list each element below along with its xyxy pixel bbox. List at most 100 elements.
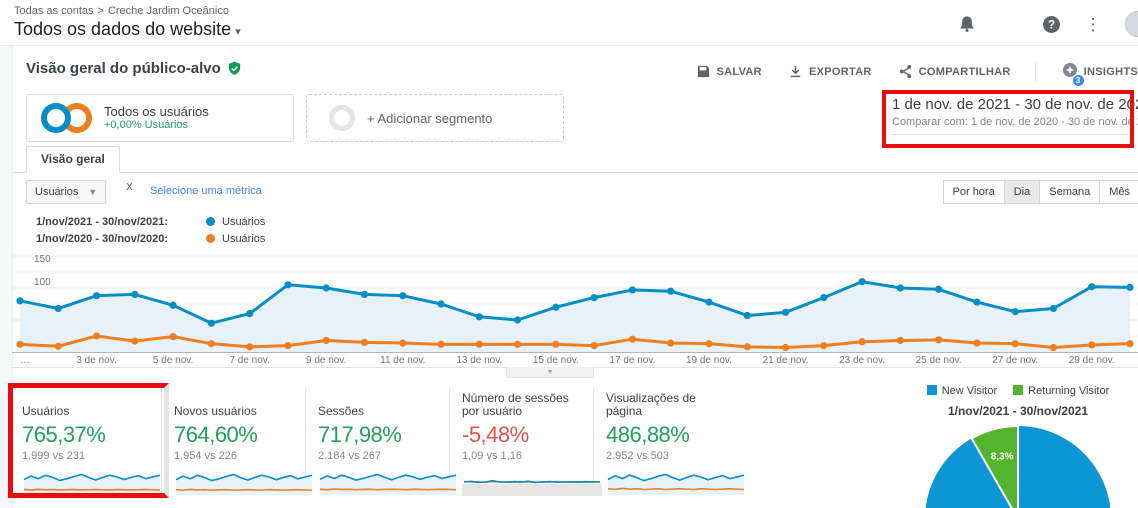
help-icon[interactable]: ? xyxy=(1041,14,1061,34)
svg-text:100: 100 xyxy=(34,277,51,288)
svg-text:9 de nov.: 9 de nov. xyxy=(306,355,346,366)
svg-text:11 de nov.: 11 de nov. xyxy=(380,355,425,366)
legend-square-blue-icon xyxy=(927,385,937,395)
notifications-bell-icon[interactable] xyxy=(957,14,977,34)
breadcrumb-separator: > xyxy=(98,5,104,17)
svg-text:…: … xyxy=(20,355,30,366)
metric-card-values: 1.999 vs 231 xyxy=(22,450,149,462)
svg-text:7 de nov.: 7 de nov. xyxy=(229,355,269,366)
svg-text:25 de nov.: 25 de nov. xyxy=(916,355,962,366)
metric-cards-row: Usuários 765,37% 1.999 vs 231 Novos usuá… xyxy=(18,388,738,496)
top-app-bar: Todas as contas > Creche Jardim Oceânico T… xyxy=(0,0,1138,46)
segment-title: Todos os usuários xyxy=(104,104,209,119)
metric-card-percent: 717,98% xyxy=(318,422,437,448)
svg-text:29 de nov.: 29 de nov. xyxy=(1069,355,1115,366)
pie-legend-returning-visitor: Returning Visitor xyxy=(1013,385,1109,397)
account-title: Todos os dados do website xyxy=(14,19,231,39)
insights-button[interactable]: 3 INSIGHTS xyxy=(1062,62,1138,81)
share-icon xyxy=(898,64,913,79)
svg-text:8,3%: 8,3% xyxy=(991,452,1014,463)
metric-card-sparkline xyxy=(318,466,458,496)
metric-card-label: Visualizações de página xyxy=(606,388,726,418)
legend-dot-blue-icon xyxy=(206,217,215,226)
svg-text:27 de nov.: 27 de nov. xyxy=(992,355,1038,366)
date-range-primary[interactable]: 1 de nov. de 2021 - 30 de nov. de 2021 xyxy=(892,96,1128,113)
chart-collapse-button[interactable]: ▼ xyxy=(506,367,594,378)
metric-card-label: Sessões xyxy=(318,388,437,418)
page-title: Visão geral do público-alvo xyxy=(26,60,221,77)
users-line-chart[interactable]: 50100150…3 de nov.5 de nov.7 de nov.9 de… xyxy=(12,252,1138,368)
metric-card-values: 2.952 vs 503 xyxy=(606,450,726,462)
svg-text:19 de nov.: 19 de nov. xyxy=(686,355,732,366)
vs-symbol: X xyxy=(126,182,133,193)
account-selector[interactable]: Todos os dados do website ▾ xyxy=(14,19,241,40)
visitor-type-panel: New Visitor Returning Visitor 1/nov/2021… xyxy=(898,385,1138,508)
metric-card-sparkline xyxy=(174,466,314,496)
metric-card-percent: 764,60% xyxy=(174,422,293,448)
breadcrumb-account[interactable]: Creche Jardim Oceânico xyxy=(108,5,229,17)
date-range-selector[interactable]: 1 de nov. de 2021 - 30 de nov. de 2021 C… xyxy=(892,96,1128,135)
svg-text:5 de nov.: 5 de nov. xyxy=(153,355,193,366)
export-button[interactable]: EXPORTAR xyxy=(788,64,872,79)
select-metric-link[interactable]: Selecione uma métrica xyxy=(150,185,262,197)
tab-strip: Visão geral xyxy=(14,150,1138,173)
metric-card[interactable]: Número de sessões por usuário -5,48% 1,0… xyxy=(450,388,594,496)
user-avatar[interactable] xyxy=(1125,11,1138,37)
metric-card[interactable]: Visualizações de página 486,88% 2.952 vs… xyxy=(594,388,738,496)
insights-badge: 3 xyxy=(1073,75,1084,86)
metric-card-percent: 486,88% xyxy=(606,422,726,448)
metric-card-sparkline xyxy=(22,466,162,496)
svg-text:?: ? xyxy=(1047,18,1054,31)
apps-grid-icon[interactable] xyxy=(999,14,1019,34)
metric-card[interactable]: Sessões 717,98% 2.184 vs 267 xyxy=(306,388,450,496)
svg-text:150: 150 xyxy=(34,254,51,265)
chart-legend: 1/nov/2021 - 30/nov/2021: Usuários 1/nov… xyxy=(36,213,265,247)
date-range-compare: Comparar com: 1 de nov. de 2020 - 30 de … xyxy=(892,116,1128,135)
chevron-down-icon: ▼ xyxy=(547,369,554,376)
granularity-month-button[interactable]: Mês xyxy=(1099,180,1138,204)
metric-card-sparkline xyxy=(606,466,746,496)
metric-dropdown[interactable]: Usuários ▼ xyxy=(26,180,106,204)
metric-card[interactable]: Novos usuários 764,60% 1.954 vs 226 xyxy=(162,388,306,496)
breadcrumb[interactable]: Todas as contas > Creche Jardim Oceânico xyxy=(14,5,229,17)
granularity-week-button[interactable]: Semana xyxy=(1039,180,1100,204)
tab-overview[interactable]: Visão geral xyxy=(26,146,120,173)
pie-title: 1/nov/2021 - 30/nov/2021 xyxy=(898,404,1138,418)
add-segment-button[interactable]: + Adicionar segmento xyxy=(306,94,564,142)
legend-series-2021: Usuários xyxy=(222,216,265,228)
chevron-down-icon: ▾ xyxy=(235,26,241,38)
more-vertical-icon[interactable]: ⋮ xyxy=(1083,14,1103,34)
chevron-down-icon: ▼ xyxy=(88,187,97,197)
save-button[interactable]: SALVAR xyxy=(696,64,762,79)
download-icon xyxy=(788,64,803,79)
legend-date-2021: 1/nov/2021 - 30/nov/2021: xyxy=(36,216,196,228)
granularity-control: Por hora Dia Semana Mês xyxy=(944,180,1138,204)
metric-card-label: Número de sessões por usuário xyxy=(462,388,581,418)
svg-text:3 de nov.: 3 de nov. xyxy=(76,355,116,366)
empty-segment-ring-icon xyxy=(329,105,355,131)
segment-delta: +0,00% Usuários xyxy=(104,119,209,132)
legend-series-2020: Usuários xyxy=(222,233,265,245)
metric-card-sparkline xyxy=(462,466,602,496)
metric-card-label: Usuários xyxy=(22,388,149,418)
segment-all-users[interactable]: Todos os usuários +0,00% Usuários xyxy=(26,94,294,142)
segment-rings-icon xyxy=(41,103,92,133)
granularity-day-button[interactable]: Dia xyxy=(1004,180,1041,204)
visitor-type-pie-chart[interactable]: 8,3% xyxy=(912,421,1124,508)
verified-shield-icon xyxy=(227,61,242,76)
svg-text:15 de nov.: 15 de nov. xyxy=(533,355,579,366)
svg-text:23 de nov.: 23 de nov. xyxy=(839,355,885,366)
metric-card[interactable]: Usuários 765,37% 1.999 vs 231 xyxy=(18,388,162,496)
metric-card-label: Novos usuários xyxy=(174,388,293,418)
svg-text:21 de nov.: 21 de nov. xyxy=(763,355,809,366)
share-button[interactable]: COMPARTILHAR xyxy=(898,64,1011,79)
metric-card-percent: -5,48% xyxy=(462,422,581,448)
granularity-hour-button[interactable]: Por hora xyxy=(943,180,1005,204)
svg-text:13 de nov.: 13 de nov. xyxy=(456,355,502,366)
breadcrumb-all-accounts[interactable]: Todas as contas xyxy=(14,5,94,17)
save-icon xyxy=(696,64,711,79)
legend-square-green-icon xyxy=(1013,385,1023,395)
legend-date-2020: 1/nov/2020 - 30/nov/2020: xyxy=(36,233,196,245)
svg-text:17 de nov.: 17 de nov. xyxy=(609,355,655,366)
metric-card-values: 2.184 vs 267 xyxy=(318,450,437,462)
